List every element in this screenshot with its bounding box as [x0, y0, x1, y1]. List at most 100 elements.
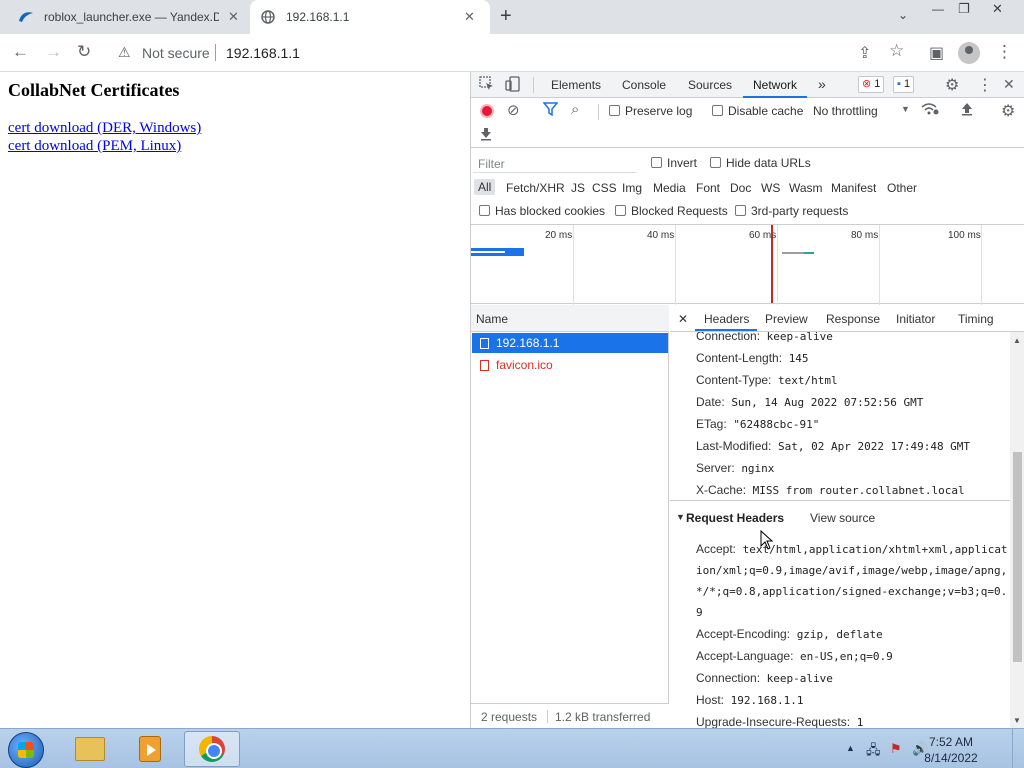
error-count-badge[interactable]: ⊗ 1 — [858, 76, 885, 93]
forward-button[interactable]: → — [45, 43, 62, 61]
type-filter-fetch[interactable]: Fetch/XHR — [506, 181, 565, 195]
profile-avatar[interactable] — [958, 42, 980, 64]
checkbox[interactable] — [615, 205, 626, 216]
tab-search-icon[interactable]: ⌄ — [898, 8, 908, 22]
reload-button[interactable]: ↻ — [77, 43, 91, 61]
action-center-flag-icon[interactable]: ⚑ — [890, 741, 902, 757]
request-headers-section[interactable]: ▼ Request Headers View source — [670, 500, 1010, 530]
close-window-button[interactable]: ✕ — [992, 1, 1003, 17]
preserve-log-checkbox[interactable]: Preserve log — [609, 104, 692, 118]
close-devtools-icon[interactable]: ✕ — [1003, 76, 1015, 93]
new-tab-button[interactable]: + — [500, 5, 512, 28]
share-icon[interactable]: ⇪ — [858, 43, 871, 63]
type-filter-img[interactable]: Img — [622, 181, 642, 195]
back-button[interactable]: ← — [12, 43, 29, 61]
scroll-up-icon[interactable]: ▲ — [1013, 336, 1021, 345]
hide-data-urls-checkbox[interactable]: Hide data URLs — [710, 156, 811, 170]
show-hidden-icons-button[interactable]: ▲ — [846, 743, 855, 753]
blocked-requests-checkbox[interactable]: Blocked Requests — [615, 204, 728, 218]
taskbar-chrome[interactable] — [184, 731, 240, 767]
type-filter-all[interactable]: All — [474, 179, 496, 195]
cert-pem-link[interactable]: cert download (PEM, Linux) — [8, 138, 181, 155]
tab-initiator[interactable]: Initiator — [896, 312, 935, 326]
disable-cache-checkbox[interactable]: Disable cache — [712, 104, 803, 118]
checkbox[interactable] — [710, 157, 721, 168]
tab-headers[interactable]: Headers — [704, 312, 749, 326]
clear-icon[interactable]: ⊘ — [507, 101, 520, 119]
start-button[interactable] — [8, 732, 44, 768]
type-filter-js[interactable]: JS — [571, 181, 585, 195]
url-text[interactable]: 192.168.1.1 — [226, 45, 300, 61]
request-row[interactable]: 192.168.1.1 — [472, 333, 668, 353]
request-list-header[interactable]: Name — [471, 305, 669, 332]
show-desktop-button[interactable] — [1012, 729, 1024, 768]
import-har-icon[interactable] — [961, 102, 973, 119]
type-filter-ws[interactable]: WS — [761, 181, 780, 195]
has-blocked-cookies-label: Has blocked cookies — [495, 204, 606, 218]
cert-der-link[interactable]: cert download (DER, Windows) — [8, 120, 201, 137]
network-settings-icon[interactable]: ⚙ — [1001, 101, 1015, 121]
close-details-icon[interactable]: ✕ — [678, 312, 688, 326]
view-source-link[interactable]: View source — [810, 511, 875, 525]
minimize-button[interactable]: — — [932, 2, 944, 16]
type-filter-media[interactable]: Media — [653, 181, 686, 195]
tab-console[interactable]: Console — [622, 78, 666, 92]
export-har-icon[interactable] — [480, 127, 492, 144]
security-status[interactable]: Not secure — [142, 45, 210, 61]
collapse-triangle-icon[interactable]: ▼ — [676, 512, 685, 522]
type-filter-css[interactable]: CSS — [592, 181, 617, 195]
has-blocked-cookies-checkbox[interactable]: Has blocked cookies — [479, 204, 605, 218]
bookmark-star-icon[interactable]: ☆ — [889, 41, 904, 61]
network-conditions-icon[interactable] — [921, 102, 939, 119]
system-clock[interactable]: 7:52 AM 8/14/2022 — [916, 734, 986, 766]
checkbox[interactable] — [609, 105, 620, 116]
checkbox[interactable] — [735, 205, 746, 216]
type-filter-manifest[interactable]: Manifest — [831, 181, 876, 195]
checkbox[interactable] — [651, 157, 662, 168]
throttling-dropdown-icon[interactable]: ▼ — [901, 104, 910, 114]
side-panel-icon[interactable]: ▣ — [929, 43, 944, 63]
tab-timing[interactable]: Timing — [958, 312, 994, 326]
browser-menu-icon[interactable]: ⋮ — [996, 42, 1013, 62]
inspect-element-icon[interactable] — [479, 76, 494, 94]
settings-icon[interactable]: ⚙ — [945, 75, 959, 95]
message-count-badge[interactable]: ▪ 1 — [893, 76, 915, 93]
scroll-thumb[interactable] — [1013, 452, 1022, 662]
type-filter-wasm[interactable]: Wasm — [789, 181, 823, 195]
device-toolbar-icon[interactable] — [505, 76, 520, 95]
tab-preview[interactable]: Preview — [765, 312, 808, 326]
request-row[interactable]: favicon.ico — [472, 355, 668, 375]
invert-checkbox[interactable]: Invert — [651, 156, 697, 170]
type-filter-doc[interactable]: Doc — [730, 181, 751, 195]
search-icon[interactable]: ⌕ — [571, 101, 579, 118]
more-tabs-button[interactable]: » — [818, 76, 826, 92]
record-icon[interactable] — [480, 104, 494, 118]
tab-close-icon[interactable]: ✕ — [228, 9, 239, 25]
restore-button[interactable]: ❐ — [958, 1, 970, 17]
tab-sources[interactable]: Sources — [688, 78, 732, 92]
taskbar-media-player[interactable] — [122, 731, 178, 767]
tab-close-icon[interactable]: ✕ — [464, 9, 475, 25]
filter-funnel-icon[interactable] — [542, 102, 559, 119]
address-bar[interactable]: ⚠ Not secure 192.168.1.1 — [110, 38, 840, 67]
throttling-select[interactable]: No throttling — [813, 104, 878, 118]
warning-icon[interactable]: ⚠ — [118, 44, 131, 61]
tab-response[interactable]: Response — [826, 312, 880, 326]
taskbar-explorer[interactable] — [62, 731, 118, 767]
type-filter-font[interactable]: Font — [696, 181, 720, 195]
more-options-icon[interactable]: ⋮ — [977, 75, 993, 95]
details-scrollbar[interactable]: ▲ ▼ — [1010, 332, 1024, 728]
scroll-down-icon[interactable]: ▼ — [1013, 716, 1021, 725]
filter-input[interactable]: Filter — [473, 153, 637, 173]
checkbox[interactable] — [479, 205, 490, 216]
third-party-checkbox[interactable]: 3rd-party requests — [735, 204, 848, 218]
tab-elements[interactable]: Elements — [551, 78, 601, 92]
network-icon[interactable]: 🖧 — [866, 741, 881, 763]
network-overview-timeline[interactable]: 20 ms 40 ms 60 ms 80 ms 100 ms — [471, 224, 1024, 305]
tab-network[interactable]: Network — [753, 78, 797, 92]
checkbox[interactable] — [712, 105, 723, 116]
tab-router[interactable]: 192.168.1.1 ✕ — [250, 0, 490, 34]
tab-yandex[interactable]: roblox_launcher.exe — Yandex.Di ✕ — [18, 0, 250, 34]
invert-label: Invert — [667, 156, 698, 170]
type-filter-other[interactable]: Other — [887, 181, 917, 195]
